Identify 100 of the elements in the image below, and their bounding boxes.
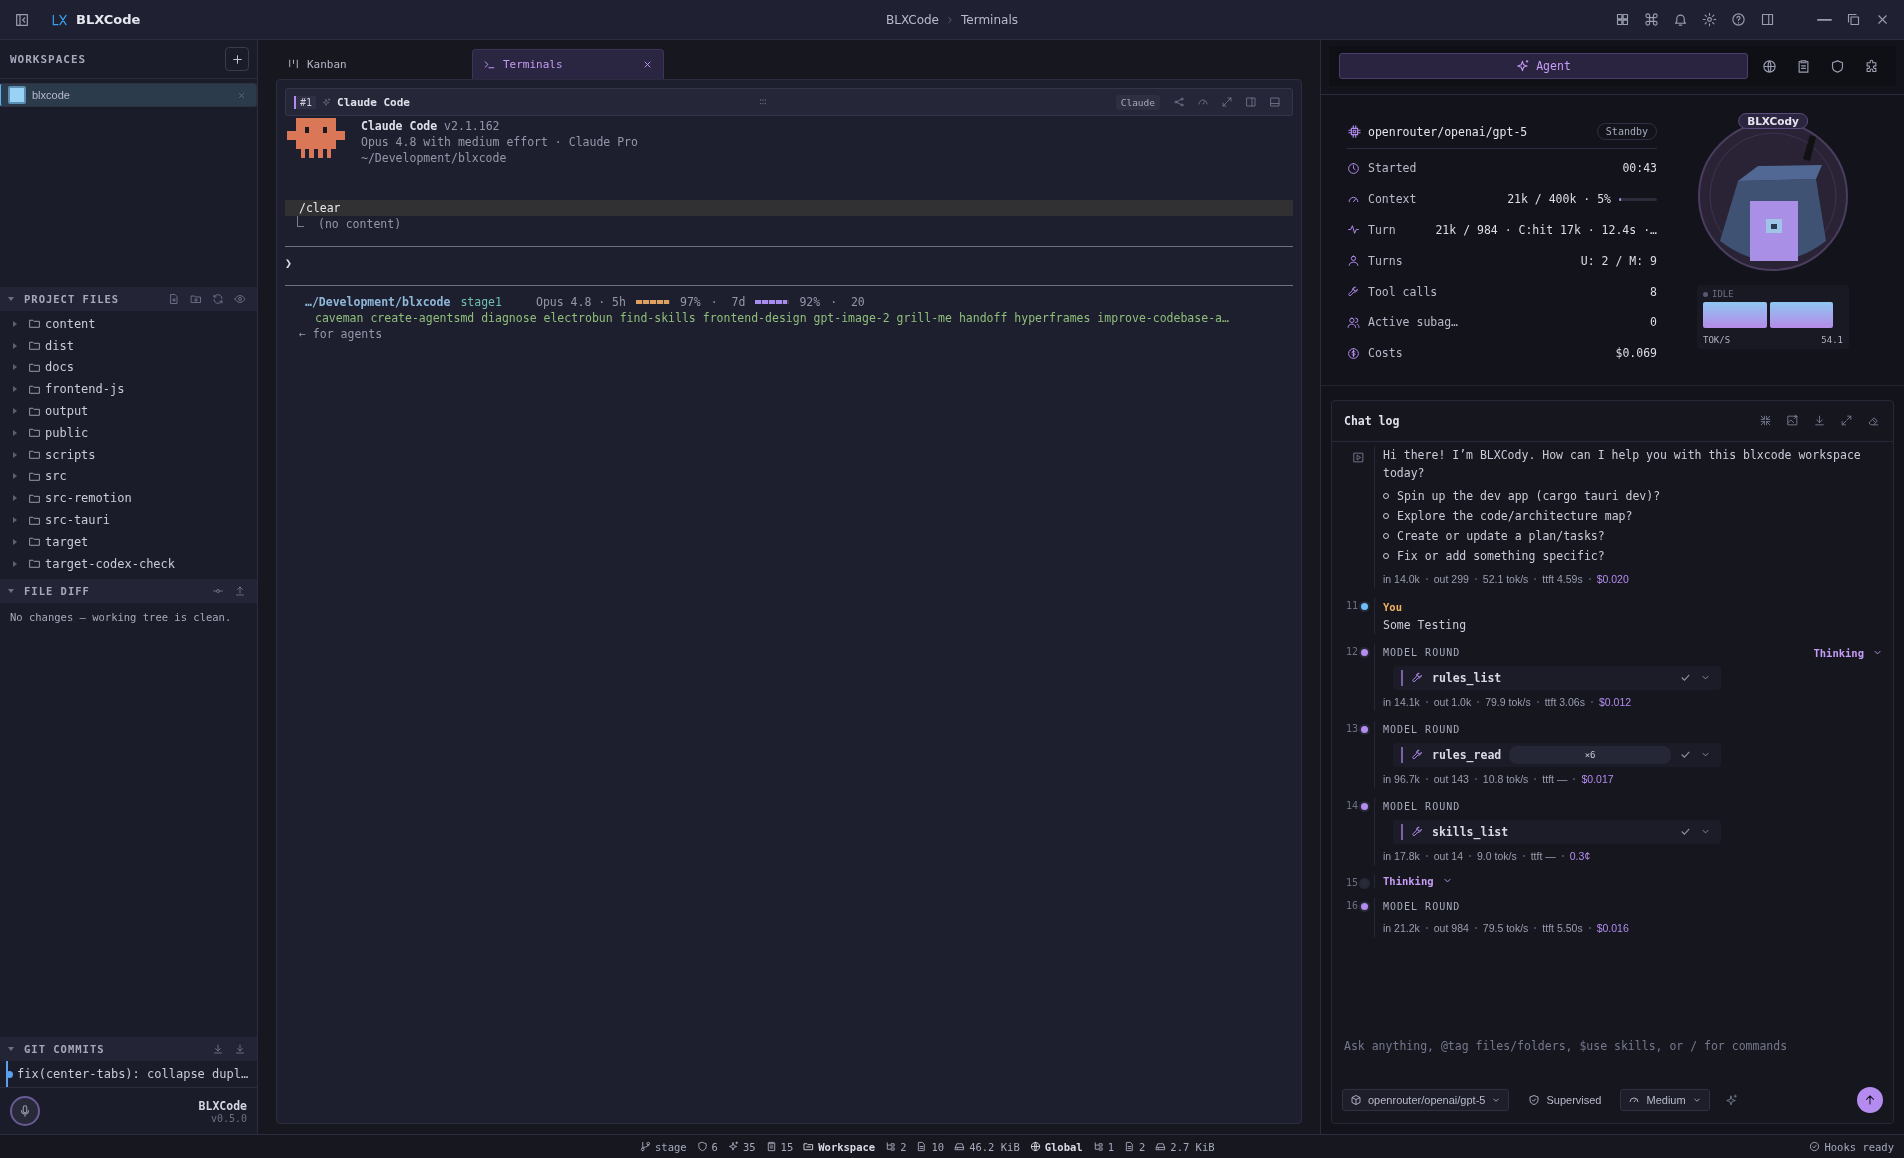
thinking-toggle[interactable]: Thinking bbox=[1383, 874, 1453, 887]
metric-text: out 14 bbox=[1433, 848, 1463, 864]
accent-bar bbox=[1401, 823, 1403, 840]
tool-call[interactable]: skills_list bbox=[1393, 819, 1721, 844]
stat-label: Context bbox=[1368, 192, 1417, 207]
caret-icon bbox=[8, 1047, 14, 1051]
expand-icon bbox=[1221, 96, 1233, 108]
stat-value: 21k / 984 · C:hit 17k · 12.4s ·… bbox=[1435, 223, 1657, 237]
branch-text: stage1 bbox=[460, 294, 502, 310]
branch-icon bbox=[640, 1141, 651, 1152]
version-text: v0.5.0 bbox=[210, 1112, 247, 1124]
metric-text: in 21.2k bbox=[1383, 920, 1420, 936]
effort-select[interactable]: Medium bbox=[1620, 1089, 1710, 1111]
status-item[interactable]: 1 bbox=[1092, 1140, 1114, 1153]
thinking-toggle[interactable]: Thinking bbox=[1813, 646, 1883, 659]
notifications-icon bbox=[1673, 12, 1688, 27]
status-item[interactable]: 2.7 KiB bbox=[1155, 1140, 1215, 1153]
message-number: 14 bbox=[1345, 799, 1358, 811]
folder-item[interactable]: content bbox=[12, 313, 257, 335]
metric-text: ttft — bbox=[1530, 848, 1556, 864]
tab[interactable]: Terminals bbox=[472, 49, 664, 79]
assistant-message: Hi there! I’m BLXCody. How can I help you with this blxcode workspace today? bbox=[1383, 446, 1862, 482]
panel-toggle-icon bbox=[1760, 12, 1775, 27]
chevron-icon bbox=[945, 14, 955, 25]
sidebar-entry[interactable]: blxcode bbox=[0, 83, 257, 107]
breadcrumb-item[interactable]: BLXCode bbox=[886, 12, 939, 27]
folder-item[interactable]: target bbox=[12, 530, 257, 553]
stat-value: U: 2 / M: 9 bbox=[1580, 253, 1657, 268]
view-icon bbox=[234, 293, 246, 305]
section-header[interactable]: PROJECT FILES bbox=[0, 287, 257, 311]
section-header[interactable]: FILE DIFF bbox=[0, 578, 257, 603]
folder-item[interactable]: docs bbox=[12, 356, 257, 379]
metric-text: ttft — bbox=[1542, 771, 1568, 787]
agent-tab[interactable]: Agent bbox=[1339, 53, 1748, 79]
metric-text: out 984 bbox=[1433, 920, 1469, 936]
hooks-status: Hooks ready bbox=[1809, 1140, 1894, 1153]
metric-text: ttft 5.50s bbox=[1542, 920, 1583, 936]
status-dot bbox=[1703, 291, 1708, 297]
stat-label: Tool calls bbox=[1368, 284, 1438, 299]
status-item[interactable]: 10 bbox=[916, 1140, 945, 1153]
suggestion-text: Explore the code/architecture map? bbox=[1397, 507, 1633, 525]
folder-item[interactable]: frontend-js bbox=[12, 378, 257, 401]
folder-item[interactable]: public bbox=[12, 422, 257, 444]
timeline-dot bbox=[1361, 802, 1368, 810]
wrench-icon bbox=[1411, 825, 1424, 839]
add-workspace-button[interactable] bbox=[225, 47, 249, 71]
status-item[interactable]: stage bbox=[640, 1140, 687, 1153]
hint-text: ← for agents bbox=[298, 326, 384, 342]
mode-toggle[interactable]: Supervised bbox=[1521, 1089, 1609, 1111]
status-item[interactable]: Workspace bbox=[803, 1140, 876, 1153]
status-item[interactable]: 6 bbox=[696, 1140, 718, 1153]
folder-item[interactable]: src-remotion bbox=[12, 487, 257, 510]
status-item[interactable]: Global bbox=[1029, 1140, 1083, 1153]
status-item[interactable]: 35 bbox=[727, 1140, 756, 1153]
command-icon bbox=[1644, 12, 1659, 27]
metric-text: ttft 3.06s bbox=[1544, 694, 1585, 710]
send-button[interactable] bbox=[1857, 1087, 1883, 1113]
folder-item[interactable]: src-tauri bbox=[12, 509, 257, 531]
metric-text: 52.1 tok/s bbox=[1482, 571, 1529, 587]
chat-input[interactable]: Ask anything, @tag files/folders, $use skills, or / for commands bbox=[1342, 1033, 1883, 1081]
status-item[interactable]: 46.2 KiB bbox=[954, 1140, 1020, 1153]
people-icon bbox=[1347, 315, 1360, 329]
product-name: Claude Code bbox=[361, 119, 438, 133]
status-item[interactable]: 15 bbox=[765, 1140, 794, 1153]
status-item[interactable]: 2 bbox=[885, 1140, 907, 1153]
metric-text: out 299 bbox=[1433, 571, 1469, 587]
caret-icon bbox=[13, 473, 17, 480]
kanban-icon bbox=[287, 58, 300, 71]
tool-call[interactable]: rules_list bbox=[1393, 665, 1721, 690]
minimize-icon bbox=[1817, 17, 1832, 22]
status-item[interactable]: 2 bbox=[1124, 1140, 1146, 1153]
file-icon bbox=[916, 1141, 928, 1152]
remove-icon bbox=[237, 90, 246, 100]
round-label: MODEL ROUND bbox=[1383, 645, 1461, 660]
drive-icon bbox=[954, 1141, 966, 1152]
breadcrumb-item[interactable]: Terminals bbox=[961, 12, 1018, 27]
folder-icon bbox=[28, 535, 41, 549]
close-icon[interactable] bbox=[642, 59, 653, 70]
folder-item[interactable]: output bbox=[12, 400, 257, 422]
tool-call[interactable]: rules_read ×6 bbox=[1393, 742, 1721, 767]
dollar-coin-icon bbox=[1347, 346, 1360, 360]
timeline-dot bbox=[1361, 725, 1368, 733]
play-icon bbox=[1352, 450, 1365, 464]
upload-icon bbox=[234, 584, 246, 597]
sidebar-toggle-icon bbox=[14, 11, 30, 28]
globe-icon bbox=[1761, 58, 1777, 74]
close-icon bbox=[1875, 12, 1890, 27]
folder-item[interactable]: scripts bbox=[12, 443, 257, 466]
microphone-button[interactable] bbox=[10, 1096, 40, 1126]
model-select[interactable]: openrouter/openai/gpt-5 bbox=[1342, 1089, 1510, 1111]
folder-item[interactable]: dist bbox=[12, 334, 257, 357]
app-name: BLXCode bbox=[198, 1098, 247, 1113]
folder-item[interactable]: src bbox=[12, 465, 257, 488]
clock-icon bbox=[1347, 161, 1360, 175]
terminal-icon bbox=[483, 58, 496, 71]
folder-item[interactable]: target-codex-check bbox=[12, 552, 257, 575]
drive-icon bbox=[1155, 1141, 1167, 1152]
wrench-icon bbox=[1411, 748, 1424, 762]
caret-icon bbox=[13, 386, 17, 393]
tab[interactable]: Kanban bbox=[276, 49, 468, 79]
